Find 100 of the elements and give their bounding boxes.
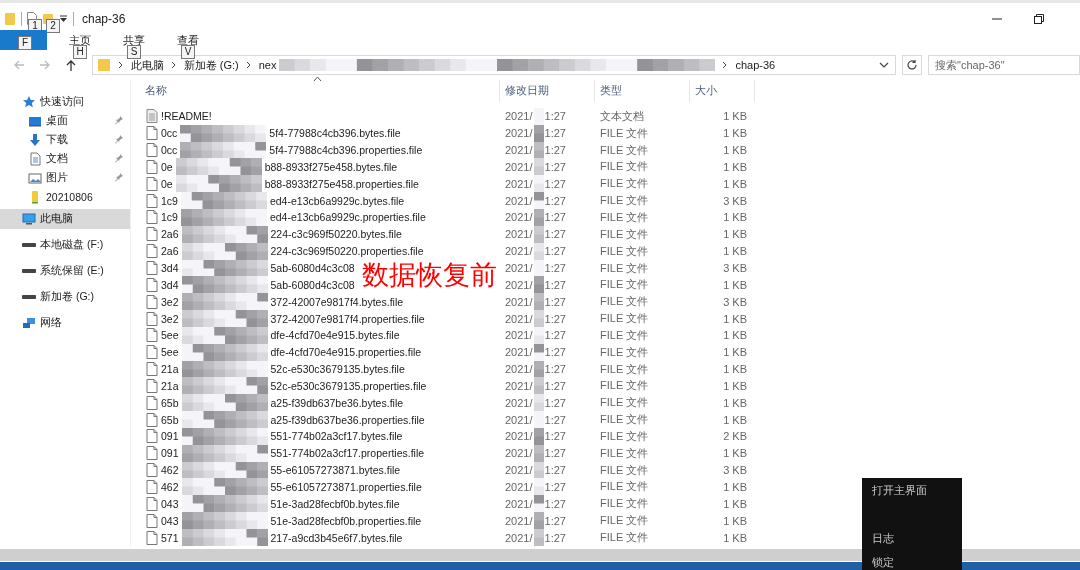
file-name[interactable]: ed4-e13cb6a9929c.bytes.file — [269, 194, 405, 207]
table-cell-text: 1 KB — [722, 277, 748, 293]
time-text: 1:27 — [544, 278, 566, 291]
file-name[interactable]: 091 — [161, 430, 179, 443]
time-text: 1:27 — [544, 110, 566, 123]
column-header[interactable]: 大小 — [690, 80, 755, 102]
column-header[interactable]: 修改日期 — [500, 80, 595, 102]
file-name[interactable]: b88-8933f275e458.properties.file — [264, 177, 419, 190]
file-name[interactable]: 3e2 — [161, 312, 179, 325]
breadcrumb[interactable]: nex — [258, 59, 277, 71]
file-name[interactable]: 0cc — [161, 127, 178, 140]
file-name[interactable]: 52c-e530c3679135.properties.file — [270, 379, 427, 392]
file-name[interactable]: 51e-3ad28fecbf0b.bytes.file — [270, 497, 400, 510]
file-name[interactable]: 52c-e530c3679135.bytes.file — [270, 363, 405, 376]
time-text: 1:27 — [544, 329, 566, 342]
sidebar-item[interactable]: 网络 — [0, 310, 130, 336]
file-name[interactable]: 5f4-77988c4cb396.properties.file — [269, 144, 423, 157]
file-name[interactable]: 65b — [161, 396, 179, 409]
file-name[interactable]: a25-f39db637be36.bytes.file — [270, 396, 404, 409]
file-name[interactable]: 0e — [161, 160, 173, 173]
file-name[interactable]: !README! — [161, 110, 212, 123]
sidebar-item[interactable]: 桌面 — [0, 111, 130, 130]
file-name[interactable]: 091 — [161, 447, 179, 460]
redaction-mosaic — [533, 343, 544, 361]
file-name[interactable]: a25-f39db637be36.properties.file — [270, 413, 425, 426]
sidebar-item[interactable]: 此电脑 — [0, 209, 130, 229]
file-name[interactable]: 372-42007e9817f4.bytes.file — [270, 295, 404, 308]
file-name[interactable]: b88-8933f275e458.bytes.file — [264, 160, 398, 173]
file-name[interactable]: 571 — [161, 531, 179, 544]
time-text: 1:27 — [544, 396, 566, 409]
file-name[interactable]: 551-774b02a3cf17.properties.file — [270, 447, 425, 460]
file-name[interactable]: 5f4-77988c4cb396.bytes.file — [269, 127, 401, 140]
file-name[interactable]: 372-42007e9817f4.properties.file — [270, 312, 425, 325]
table-cell-text: FILE 文件 — [599, 412, 650, 428]
table-cell-text: FILE 文件 — [599, 311, 650, 327]
file-name[interactable]: 043 — [161, 497, 179, 510]
breadcrumb[interactable]: 新加卷 (G:) — [183, 57, 239, 73]
breadcrumb[interactable]: chap-36 — [735, 59, 776, 71]
file-icon — [146, 328, 158, 343]
file-name[interactable]: dfe-4cfd70e4e915.bytes.file — [270, 329, 400, 342]
date-text: 2021/ — [505, 262, 533, 274]
menu-item[interactable]: 日志 — [862, 526, 962, 550]
date-text: 2021/ — [505, 228, 533, 241]
sidebar-item[interactable]: 系统保留 (E:) — [0, 258, 130, 284]
file-name[interactable]: 55-e61057273871.bytes.file — [270, 464, 401, 477]
file-name[interactable]: 55-e61057273871.properties.file — [270, 481, 422, 493]
breadcrumb[interactable]: 此电脑 — [130, 57, 164, 73]
table-cell-text: 1 KB — [722, 345, 748, 361]
sidebar-item[interactable]: 文档 — [0, 149, 130, 168]
file-name[interactable]: 551-774b02a3cf17.bytes.file — [270, 430, 403, 443]
file-name[interactable]: 2a6 — [161, 228, 179, 241]
file-name[interactable]: dfe-4cfd70e4e915.properties.file — [270, 346, 422, 359]
date-text: 2021/ — [505, 497, 533, 510]
column-header[interactable]: 类型 — [595, 80, 690, 102]
file-name[interactable]: 0e — [161, 177, 173, 190]
redaction-mosaic — [533, 175, 544, 193]
file-icon — [146, 193, 158, 208]
sidebar-item[interactable]: 新加卷 (G:) — [0, 284, 130, 310]
file-name[interactable]: 21a — [161, 379, 179, 392]
column-header[interactable]: 名称 — [140, 80, 500, 102]
file-name[interactable]: 2a6 — [161, 245, 179, 258]
time-text: 1:27 — [544, 464, 566, 477]
search-field[interactable]: 搜索"chap-36" — [928, 55, 1080, 75]
file-name[interactable]: 65b — [161, 413, 179, 426]
file-name[interactable]: 5ab-6080d4c3c08 — [270, 278, 355, 291]
file-name[interactable]: 3d4 — [161, 262, 179, 274]
file-name[interactable]: 0cc — [161, 144, 178, 157]
file-name[interactable]: 217-a9cd3b45e6f7.bytes.file — [270, 531, 403, 544]
refresh-button[interactable] — [902, 55, 922, 75]
menu-item[interactable]: 锁定 — [862, 550, 962, 570]
menu-item[interactable]: 打开主界面 — [862, 478, 962, 502]
file-name[interactable]: 5ee — [161, 329, 179, 342]
file-name[interactable]: 462 — [161, 481, 179, 493]
file-name[interactable]: 1c9 — [161, 211, 178, 224]
sidebar-item[interactable]: 本地磁盘 (F:) — [0, 232, 130, 258]
file-name[interactable]: 5ee — [161, 346, 179, 359]
address-bar[interactable]: 此电脑 新加卷 (G:) nex chap-36 — [91, 55, 897, 75]
time-text: 1:27 — [544, 413, 566, 426]
file-name[interactable]: 1c9 — [161, 194, 178, 207]
file-name[interactable]: 043 — [161, 514, 179, 527]
file-name[interactable]: 3e2 — [161, 295, 179, 308]
file-name[interactable]: ed4-e13cb6a9929c.properties.file — [269, 211, 426, 224]
file-name[interactable]: 224-c3c969f50220.properties.file — [270, 245, 424, 258]
sidebar-item[interactable]: 快速访问 — [0, 92, 130, 111]
date-text: 2021/ — [505, 194, 533, 207]
file-name[interactable]: 5ab-6080d4c3c08 — [270, 262, 355, 274]
file-icon — [146, 513, 158, 528]
sidebar-item[interactable]: 20210806 — [0, 187, 130, 206]
table-cell-text: FILE 文件 — [599, 395, 650, 411]
file-name[interactable]: 462 — [161, 464, 179, 477]
sidebar-item[interactable]: 图片 — [0, 168, 130, 187]
file-icon — [146, 395, 158, 410]
file-name[interactable]: 3d4 — [161, 278, 179, 291]
date-text: 2021/ — [505, 295, 533, 308]
sidebar-item[interactable]: 下载 — [0, 130, 130, 149]
file-name[interactable]: 51e-3ad28fecbf0b.properties.file — [270, 514, 422, 527]
table-cell-text: 1 KB — [722, 395, 748, 411]
redaction-mosaic — [533, 478, 544, 496]
file-name[interactable]: 21a — [161, 363, 179, 376]
file-name[interactable]: 224-c3c969f50220.bytes.file — [270, 228, 402, 241]
